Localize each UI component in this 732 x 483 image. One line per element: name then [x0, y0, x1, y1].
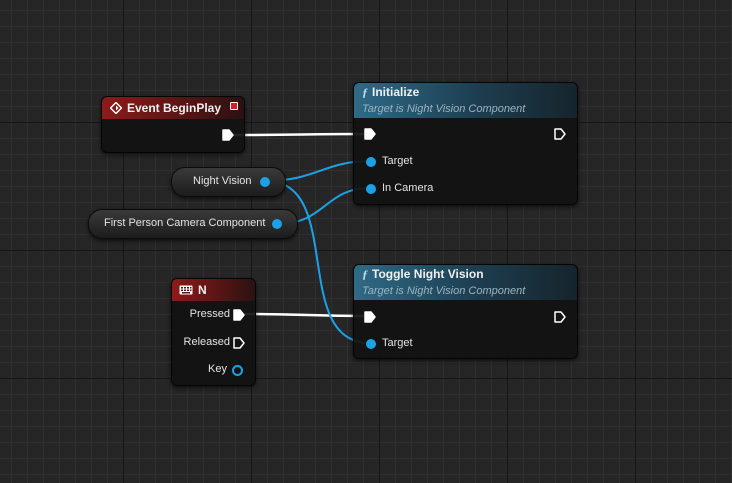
initialize-exec-out-pin[interactable]	[554, 128, 566, 140]
keyboard-icon	[179, 285, 193, 295]
function-icon: ƒ	[362, 267, 368, 281]
first-person-camera-label: First Person Camera Component	[104, 217, 266, 229]
initialize-subtitle: Target is Night Vision Component	[362, 103, 526, 115]
initialize-target-pin[interactable]	[366, 157, 376, 167]
wire-layer	[233, 132, 371, 344]
function-icon: ƒ	[362, 85, 368, 99]
first-person-camera-out-pin[interactable]	[272, 219, 282, 229]
initialize-title-row: ƒ Initialize	[362, 84, 577, 101]
initialize-incamera-pin[interactable]	[366, 184, 376, 194]
first-person-camera-variable-node[interactable]: First Person Camera Component	[88, 209, 298, 239]
toggle-night-vision-subtitle: Target is Night Vision Component	[362, 285, 526, 297]
event-beginplay-title: Event BeginPlay	[127, 101, 222, 115]
toggle-night-vision-header[interactable]: ƒ Toggle Night Vision Target is Night Vis…	[354, 265, 577, 300]
exec-wire-pressed-toggle	[243, 312, 369, 318]
event-beginplay-exec-out-pin[interactable]	[222, 129, 234, 141]
toggle-target-pin[interactable]	[366, 339, 376, 349]
key-n-pressed-label: Pressed	[189, 308, 230, 320]
key-n-key-label: Key	[208, 363, 227, 375]
key-n-title: N	[198, 283, 207, 297]
stop-icon	[230, 102, 238, 110]
exec-wire-beginplay-initialize	[233, 132, 369, 137]
initialize-title: Initialize	[372, 85, 420, 99]
key-n-key-pin[interactable]	[232, 365, 243, 376]
initialize-node[interactable]: ƒ Initialize Target is Night Vision Compo…	[353, 82, 578, 205]
night-vision-label: Night Vision	[193, 175, 252, 187]
key-n-pressed-exec-pin[interactable]	[233, 309, 245, 321]
event-beginplay-header[interactable]: Event BeginPlay	[102, 97, 244, 119]
night-vision-variable-node[interactable]: Night Vision	[171, 167, 286, 197]
key-n-event-node[interactable]: N Pressed Released Key	[171, 278, 256, 386]
toggle-exec-out-pin[interactable]	[554, 311, 566, 323]
event-beginplay-node[interactable]: Event BeginPlay	[101, 96, 245, 153]
initialize-incamera-label: In Camera	[382, 182, 434, 194]
toggle-night-vision-node[interactable]: ƒ Toggle Night Vision Target is Night Vis…	[353, 264, 578, 359]
event-diamond-icon	[110, 102, 122, 114]
toggle-night-vision-title-row: ƒ Toggle Night Vision	[362, 266, 577, 283]
key-n-released-label: Released	[183, 336, 230, 348]
night-vision-out-pin[interactable]	[260, 177, 270, 187]
toggle-night-vision-title: Toggle Night Vision	[372, 267, 484, 281]
initialize-target-label: Target	[382, 155, 413, 167]
key-n-released-exec-pin[interactable]	[233, 337, 245, 349]
key-n-header[interactable]: N	[172, 279, 255, 301]
initialize-header[interactable]: ƒ Initialize Target is Night Vision Compo…	[354, 83, 577, 118]
toggle-target-label: Target	[382, 337, 413, 349]
toggle-exec-in-pin[interactable]	[364, 311, 376, 323]
initialize-exec-in-pin[interactable]	[364, 128, 376, 140]
